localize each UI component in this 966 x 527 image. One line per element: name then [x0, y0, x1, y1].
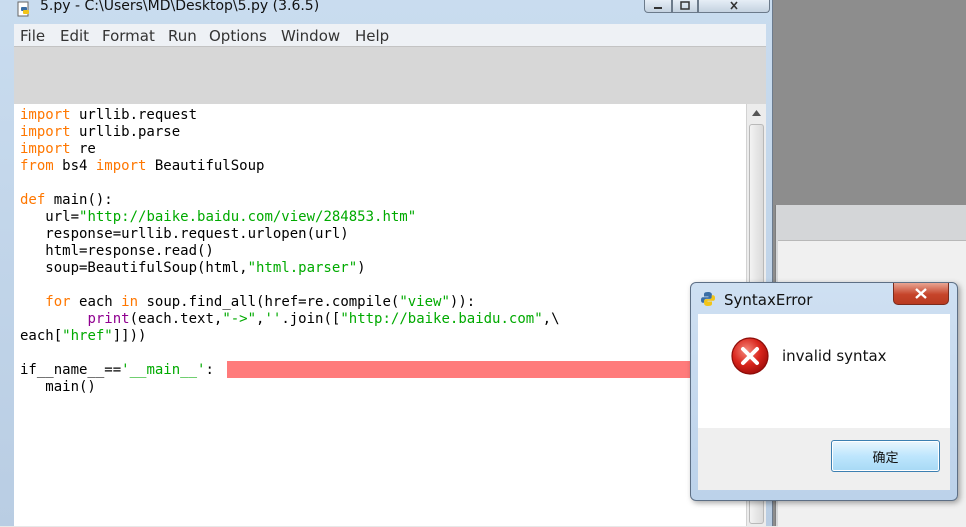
title-bar[interactable]: 5.py - C:\Users\MD\Desktop\5.py (3.6.5): [0, 0, 772, 20]
token-text: re: [70, 141, 96, 157]
token-in: in: [121, 294, 139, 310]
token-text: response=urllib.request.urlopen(url): [20, 226, 349, 242]
maximize-icon: [680, 1, 690, 10]
menu-format[interactable]: Format: [102, 27, 155, 45]
scroll-up-button[interactable]: [747, 104, 766, 124]
token-string: "html.parser": [247, 260, 358, 276]
token-text: ,\: [542, 311, 560, 327]
token-text: urllib.parse: [70, 124, 181, 140]
token-string: "http://baike.baidu.com": [340, 311, 543, 327]
token-string: "->": [222, 311, 257, 327]
token-text: main():: [45, 192, 113, 208]
code-line: import urllib.parse: [20, 124, 560, 141]
window-title: 5.py - C:\Users\MD\Desktop\5.py (3.6.5): [40, 0, 320, 14]
token-text: each[: [20, 328, 63, 344]
ok-button[interactable]: 确定: [831, 440, 940, 472]
token-string: '__main__': [121, 362, 206, 378]
idle-editor-window: 5.py - C:\Users\MD\Desktop\5.py (3.6.5) …: [0, 0, 773, 526]
menu-file[interactable]: File: [20, 27, 45, 45]
token-text: if__name__==: [20, 362, 122, 378]
code-line: for each in soup.find_all(href=re.compil…: [20, 294, 560, 311]
code-line: each["href"]])): [20, 328, 560, 345]
menu-help[interactable]: Help: [355, 27, 389, 45]
dialog-message: invalid syntax: [782, 347, 887, 365]
dialog-footer: 确定: [698, 428, 950, 490]
token-text: )):: [449, 294, 476, 310]
token-string: "view": [399, 294, 450, 310]
token-text: BeautifulSoup: [146, 158, 265, 174]
menu-run[interactable]: Run: [168, 27, 197, 45]
token-def: def: [20, 192, 46, 208]
token-from: from: [20, 158, 54, 174]
token-import: import: [95, 158, 147, 174]
close-icon: [730, 1, 738, 10]
code-text: import urllib.request import urllib.parse…: [20, 107, 560, 396]
token-text: soup.find_all(href=re.compile(: [138, 294, 400, 310]
token-text: bs4: [53, 158, 96, 174]
token-string: "http://baike.baidu.com/view/284853.htm": [79, 209, 417, 225]
token-text: (each.text,: [129, 311, 223, 327]
error-x-icon: [731, 337, 769, 375]
code-line: url="http://baike.baidu.com/view/284853.…: [20, 209, 560, 226]
token-text: url=: [20, 209, 80, 225]
token-string: "href": [62, 328, 113, 344]
token-text: main(): [20, 379, 96, 395]
token-for: for: [45, 294, 71, 310]
minimize-button[interactable]: [644, 0, 672, 13]
toolbar-area: [14, 46, 766, 106]
token-text: soup=BeautifulSoup(html,: [20, 260, 248, 276]
menu-bar: File Edit Format Run Options Window Help: [14, 24, 766, 46]
code-line: main(): [20, 379, 560, 396]
dialog-body: invalid syntax: [698, 314, 950, 428]
token-text: :: [205, 362, 214, 378]
token-import: import: [20, 124, 71, 140]
code-line: response=urllib.request.urlopen(url): [20, 226, 560, 243]
close-icon: [915, 288, 927, 299]
code-line: html=response.read(): [20, 243, 560, 260]
token-text: .join([: [281, 311, 341, 327]
token-import: import: [20, 141, 71, 157]
python-icon: [701, 292, 715, 306]
token-text: ): [357, 260, 366, 276]
token-text: each: [70, 294, 122, 310]
menu-edit[interactable]: Edit: [60, 27, 89, 45]
code-line: soup=BeautifulSoup(html,"html.parser"): [20, 260, 560, 277]
chevron-up-icon: [752, 110, 761, 116]
token-text: html=response.read(): [20, 243, 214, 259]
dialog-close-button[interactable]: [893, 283, 949, 305]
code-line-error: if__name__=='__main__':: [20, 362, 560, 379]
python-file-icon: [17, 1, 29, 17]
menu-options[interactable]: Options: [209, 27, 267, 45]
code-line: print(each.text,"->",''.join(["http://ba…: [20, 311, 560, 328]
menu-window[interactable]: Window: [281, 27, 340, 45]
token-text: urllib.request: [70, 107, 198, 123]
maximize-button[interactable]: [672, 0, 698, 13]
code-line: import urllib.request: [20, 107, 560, 124]
token-string: '': [264, 311, 282, 327]
close-button[interactable]: [698, 0, 770, 13]
syntax-error-dialog: SyntaxError invalid syntax 确定: [690, 282, 958, 501]
code-line: def main():: [20, 192, 560, 209]
minimize-icon: [654, 7, 662, 9]
token-print: print: [87, 311, 130, 327]
window-controls: [642, 0, 770, 14]
token-import: import: [20, 107, 71, 123]
token-text: ]])): [112, 328, 147, 344]
code-line: import re: [20, 141, 560, 158]
dialog-title: SyntaxError: [724, 291, 813, 309]
code-line: from bs4 import BeautifulSoup: [20, 158, 560, 175]
